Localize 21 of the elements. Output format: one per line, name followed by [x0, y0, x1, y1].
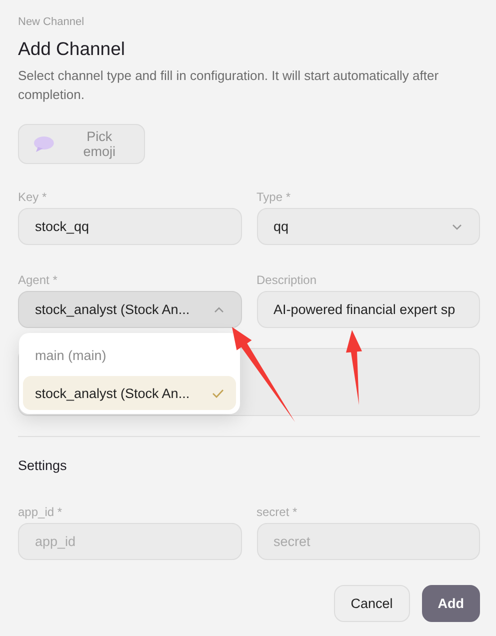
check-icon: [212, 388, 224, 398]
field-label: Key *: [18, 190, 47, 204]
dropdown-option[interactable]: stock_analyst (Stock An...: [23, 376, 236, 410]
field-label: Description: [256, 273, 317, 287]
select-field[interactable]: qq: [256, 208, 480, 245]
dialog-eyebrow: New Channel: [18, 16, 84, 28]
cancel-button[interactable]: Cancel: [334, 585, 410, 622]
dialog-title: Add Channel: [18, 38, 125, 60]
dialog-description: Select channel type and fill in configuration. It will start automatically after completion.: [18, 67, 440, 104]
text-field[interactable]: AI-powered financial expert sp: [256, 291, 480, 328]
chevron-icon: [451, 222, 463, 230]
speech-bubble-icon: [33, 135, 55, 153]
field-label: app_id *: [18, 505, 62, 519]
text-field[interactable]: stock_qq: [18, 208, 242, 245]
select-field[interactable]: stock_analyst (Stock An...: [18, 291, 242, 328]
field-label: Agent *: [18, 273, 58, 287]
chevron-icon: [212, 306, 224, 314]
field-label: secret *: [256, 505, 298, 519]
section-title: Settings: [18, 458, 67, 473]
add-button[interactable]: Add: [422, 585, 480, 622]
field-label: Type *: [256, 190, 291, 204]
